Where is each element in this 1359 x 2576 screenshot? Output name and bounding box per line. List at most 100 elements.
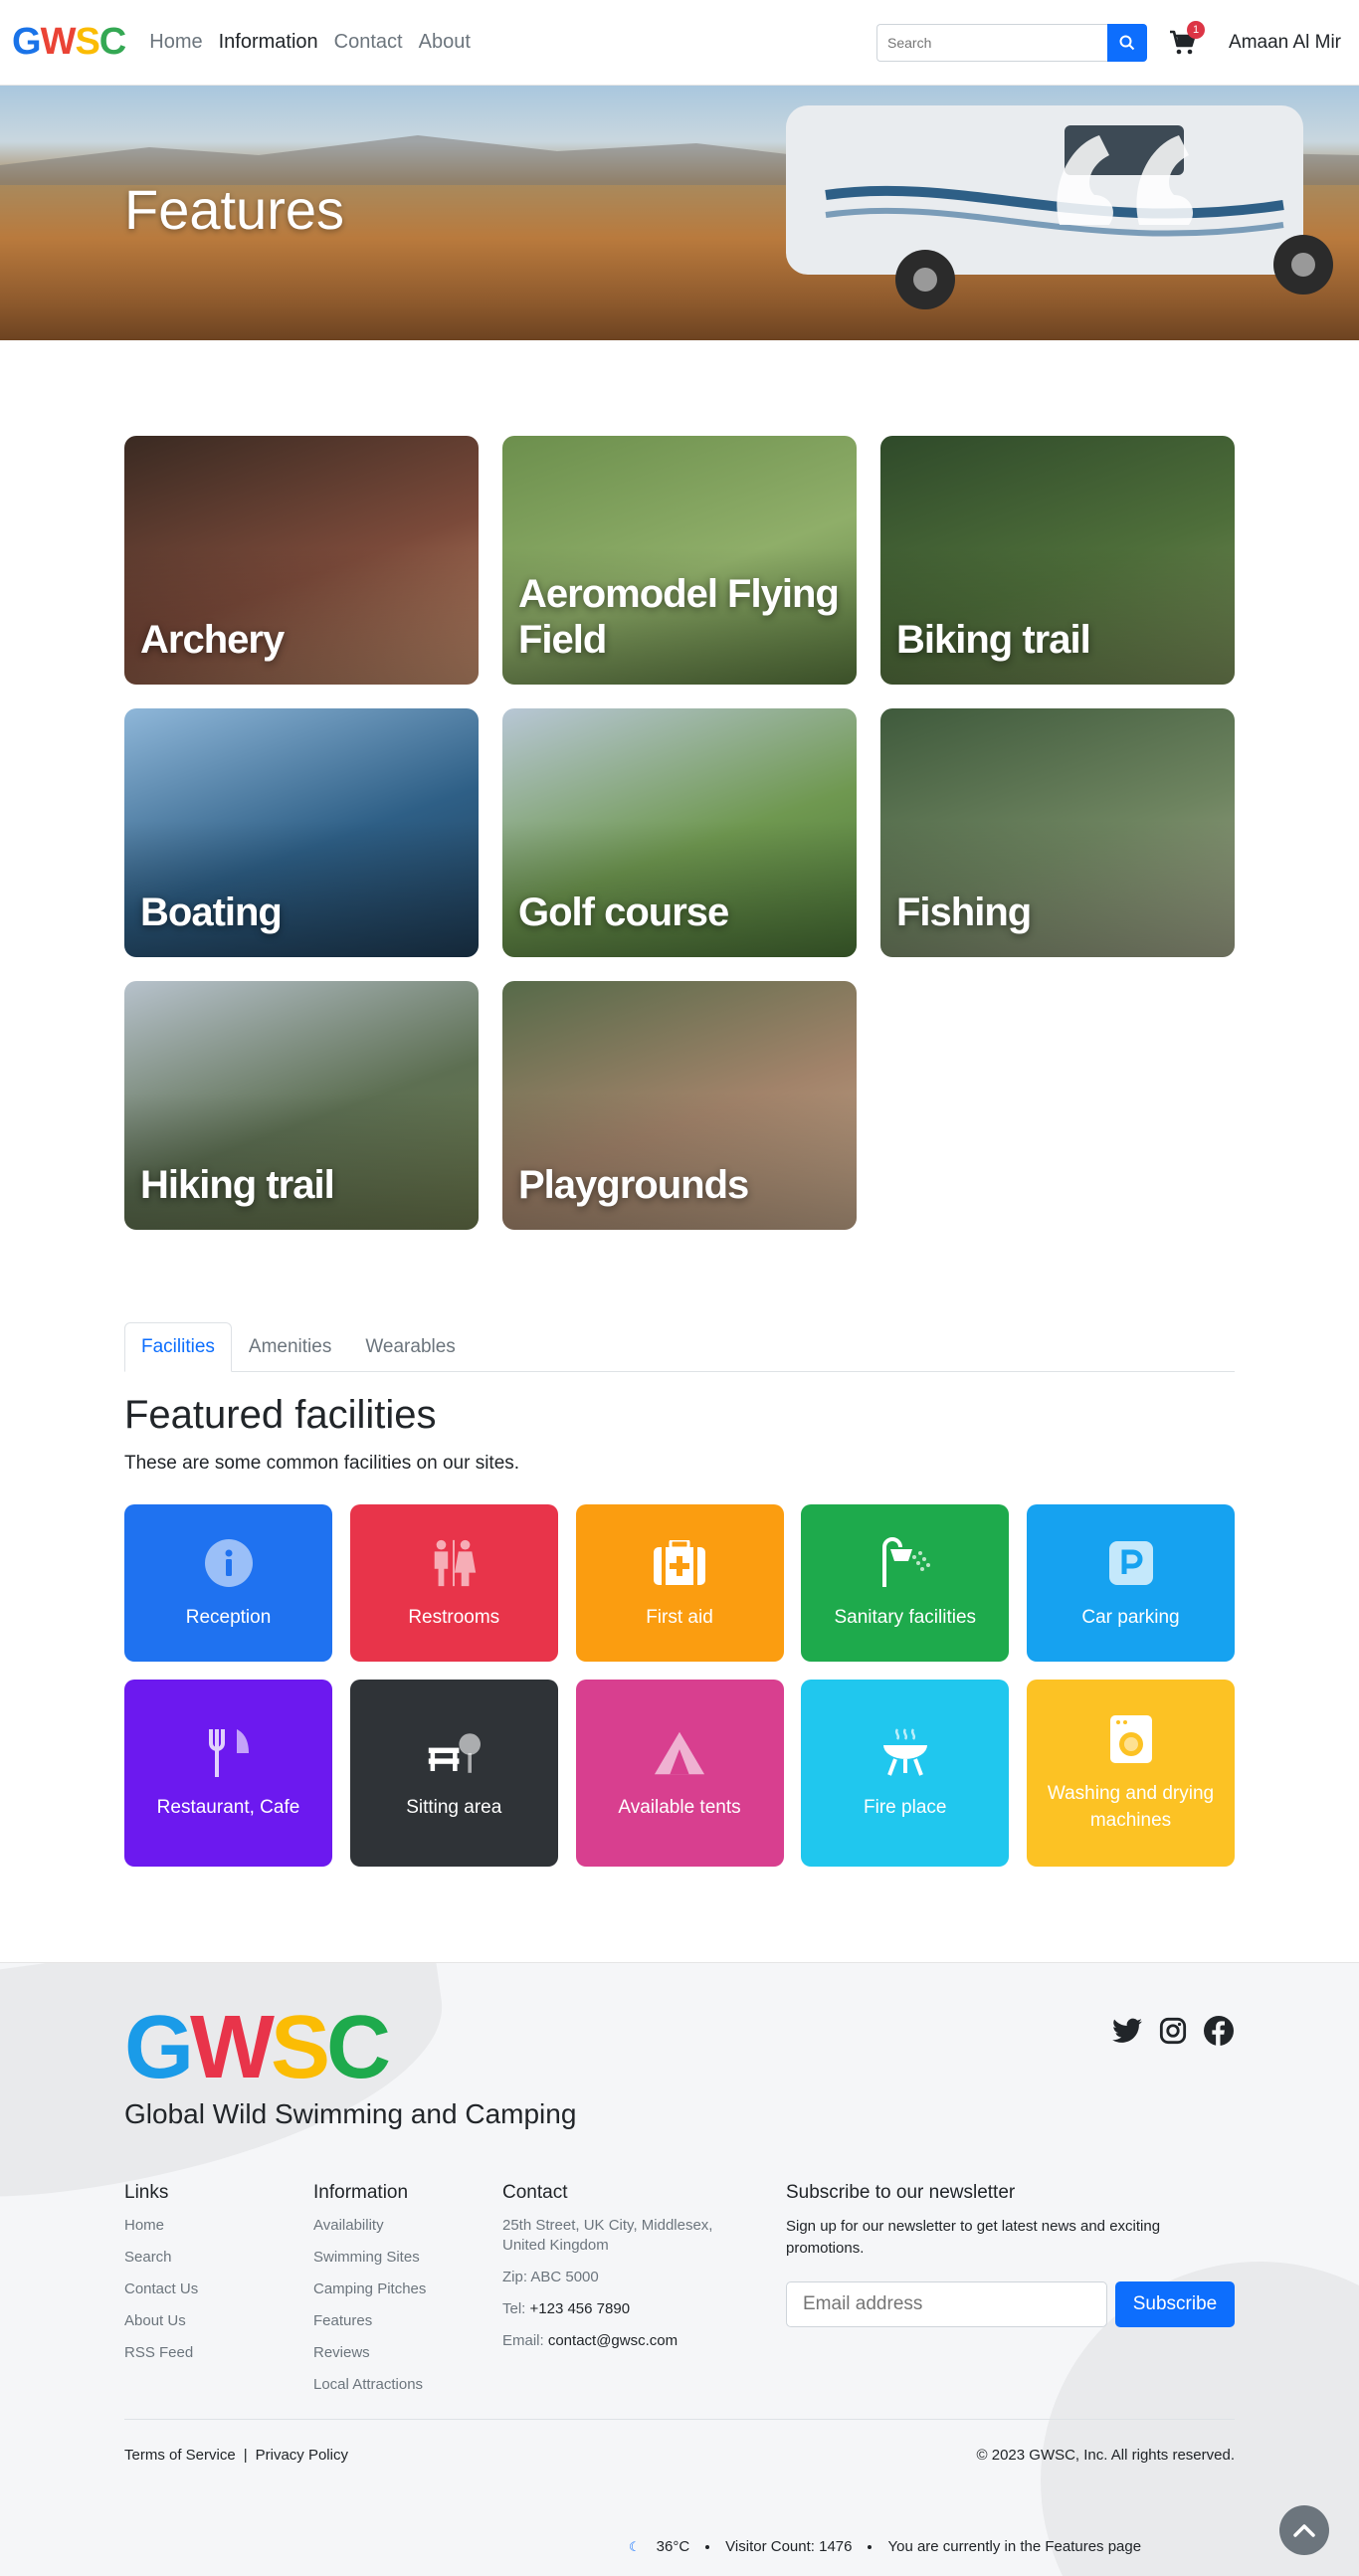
- temperature: 36°C: [656, 2538, 690, 2555]
- facility-card[interactable]: Car parking: [1027, 1504, 1235, 1662]
- footer-link[interactable]: Home: [124, 2216, 198, 2236]
- cart-count-badge: 1: [1187, 20, 1206, 39]
- feature-card[interactable]: Playgrounds: [502, 981, 857, 1230]
- footer-logo[interactable]: GWSC: [124, 1998, 391, 2097]
- cutlery-icon: [202, 1726, 256, 1780]
- facility-card[interactable]: Reception: [124, 1504, 332, 1662]
- nav-link-contact[interactable]: Contact: [334, 31, 403, 54]
- email-field[interactable]: [786, 2281, 1107, 2327]
- page-title: Features: [124, 178, 344, 241]
- facility-label: Washing and drying machines: [1047, 1783, 1215, 1831]
- tent-icon: [653, 1726, 706, 1780]
- footer-contact-column: Contact 25th Street, UK City, Middlesex,…: [502, 2182, 741, 2363]
- contact-tel: Tel: +123 456 7890: [502, 2299, 741, 2319]
- privacy-link[interactable]: Privacy Policy: [256, 2447, 348, 2464]
- footer-info-link[interactable]: Local Attractions: [313, 2375, 426, 2395]
- moon-icon: ☾: [629, 2538, 641, 2554]
- facility-card[interactable]: Available tents: [575, 1680, 784, 1867]
- facility-card[interactable]: First aid: [575, 1504, 784, 1662]
- facility-card[interactable]: Restrooms: [349, 1504, 558, 1662]
- footer-link[interactable]: Search: [124, 2248, 198, 2268]
- tab-amenities[interactable]: Amenities: [232, 1322, 348, 1372]
- footer: GWSC Global Wild Swimming and Camping Li…: [0, 1962, 1359, 2576]
- footer-link[interactable]: RSS Feed: [124, 2343, 198, 2363]
- facility-card[interactable]: Restaurant, Cafe: [124, 1680, 332, 1867]
- facility-card[interactable]: Fire place: [801, 1680, 1010, 1867]
- hero-banner: Features: [0, 86, 1359, 340]
- facility-card[interactable]: Washing and drying machines: [1027, 1680, 1235, 1867]
- bench-icon: [427, 1726, 482, 1780]
- contact-zip: Zip: ABC 5000: [502, 2269, 599, 2285]
- tab-facilities[interactable]: Facilities: [124, 1322, 232, 1372]
- copyright: © 2023 GWSC, Inc. All rights reserved.: [976, 2447, 1235, 2464]
- tab-wearables[interactable]: Wearables: [348, 1322, 472, 1372]
- visitor-count: Visitor Count: 1476: [725, 2538, 853, 2555]
- search-button[interactable]: [1107, 23, 1148, 62]
- contact-email-value[interactable]: contact@gwsc.com: [548, 2332, 678, 2349]
- newsletter-title: Subscribe to our newsletter: [786, 2182, 1016, 2203]
- footer-contact-heading: Contact: [502, 2182, 568, 2203]
- feature-card[interactable]: Golf course: [502, 708, 857, 957]
- terms-link[interactable]: Terms of Service: [124, 2447, 236, 2464]
- facility-label: Car parking: [1081, 1606, 1180, 1628]
- nav-link-information[interactable]: Information: [219, 31, 318, 54]
- nav-link-home[interactable]: Home: [149, 31, 202, 54]
- facility-label: Available tents: [618, 1796, 741, 1818]
- feature-card[interactable]: Hiking trail: [124, 981, 479, 1230]
- feature-card[interactable]: Aeromodel Flying Field: [502, 436, 857, 685]
- back-to-top-button[interactable]: [1279, 2505, 1329, 2555]
- logo-letter: W: [190, 1998, 275, 2097]
- feature-card[interactable]: Archery: [124, 436, 479, 685]
- washing-machine-icon: [1104, 1712, 1158, 1766]
- footer-info-link[interactable]: Availability: [313, 2216, 426, 2236]
- main-nav: Home Information Contact About: [149, 31, 471, 54]
- contact-tel-value[interactable]: +123 456 7890: [530, 2300, 631, 2317]
- first-aid-icon: [653, 1536, 706, 1590]
- facility-label: Sanitary facilities: [834, 1606, 977, 1628]
- logo-letter: S: [270, 1998, 330, 2097]
- footer-info-link[interactable]: Reviews: [313, 2343, 426, 2363]
- footer-info-column: Information Availability Swimming Sites Ca…: [313, 2182, 426, 2407]
- cart-button[interactable]: 1: [1167, 20, 1206, 59]
- twitter-icon[interactable]: [1111, 2015, 1143, 2047]
- brand-logo[interactable]: GWSC: [12, 21, 126, 64]
- footer-info-link[interactable]: Camping Pitches: [313, 2279, 426, 2299]
- feature-card[interactable]: Fishing: [880, 708, 1235, 957]
- feature-card[interactable]: Biking trail: [880, 436, 1235, 685]
- nav-link-about[interactable]: About: [419, 31, 471, 54]
- newsletter-text: Sign up for our newsletter to get latest…: [786, 2218, 1161, 2257]
- feature-label: Playgrounds: [518, 1163, 749, 1207]
- logo-letter: G: [124, 1998, 194, 2097]
- facility-tabs: Facilities Amenities Wearables: [124, 1322, 1235, 1372]
- logo-letter: C: [326, 1998, 391, 2097]
- logo-letter: W: [40, 21, 77, 63]
- contact-email-label: Email:: [502, 2332, 548, 2349]
- info-icon: [202, 1536, 256, 1590]
- contact-address: 25th Street, UK City, Middlesex, United …: [502, 2217, 713, 2254]
- feature-label: Golf course: [518, 891, 729, 934]
- instagram-icon[interactable]: [1157, 2015, 1189, 2047]
- footer-info-link[interactable]: Swimming Sites: [313, 2248, 426, 2268]
- search-icon: [1119, 35, 1135, 50]
- footer-link[interactable]: About Us: [124, 2311, 198, 2331]
- user-name[interactable]: Amaan Al Mir: [1229, 32, 1341, 54]
- search-input[interactable]: [876, 23, 1108, 62]
- facility-card[interactable]: Sitting area: [349, 1680, 558, 1867]
- feature-label: Hiking trail: [140, 1163, 335, 1207]
- facility-card[interactable]: Sanitary facilities: [801, 1504, 1010, 1662]
- current-page-info: You are currently in the Features page: [887, 2538, 1142, 2555]
- facility-label: Reception: [185, 1606, 272, 1628]
- status-separator: [705, 2544, 710, 2549]
- feature-card[interactable]: Boating: [124, 708, 479, 957]
- feature-label: Biking trail: [896, 618, 1091, 662]
- facility-label: First aid: [646, 1606, 713, 1628]
- quote-icon: [1057, 135, 1194, 225]
- facilities-grid: Reception Restrooms First aid Sanitary faci…: [124, 1504, 1235, 1867]
- facility-label: Fire place: [864, 1796, 947, 1818]
- footer-link[interactable]: Contact Us: [124, 2279, 198, 2299]
- logo-letter: S: [75, 21, 99, 63]
- subscribe-button[interactable]: Subscribe: [1115, 2281, 1235, 2327]
- footer-info-link[interactable]: Features: [313, 2311, 426, 2331]
- facebook-icon[interactable]: [1203, 2015, 1235, 2047]
- footer-tagline: Global Wild Swimming and Camping: [124, 2098, 577, 2129]
